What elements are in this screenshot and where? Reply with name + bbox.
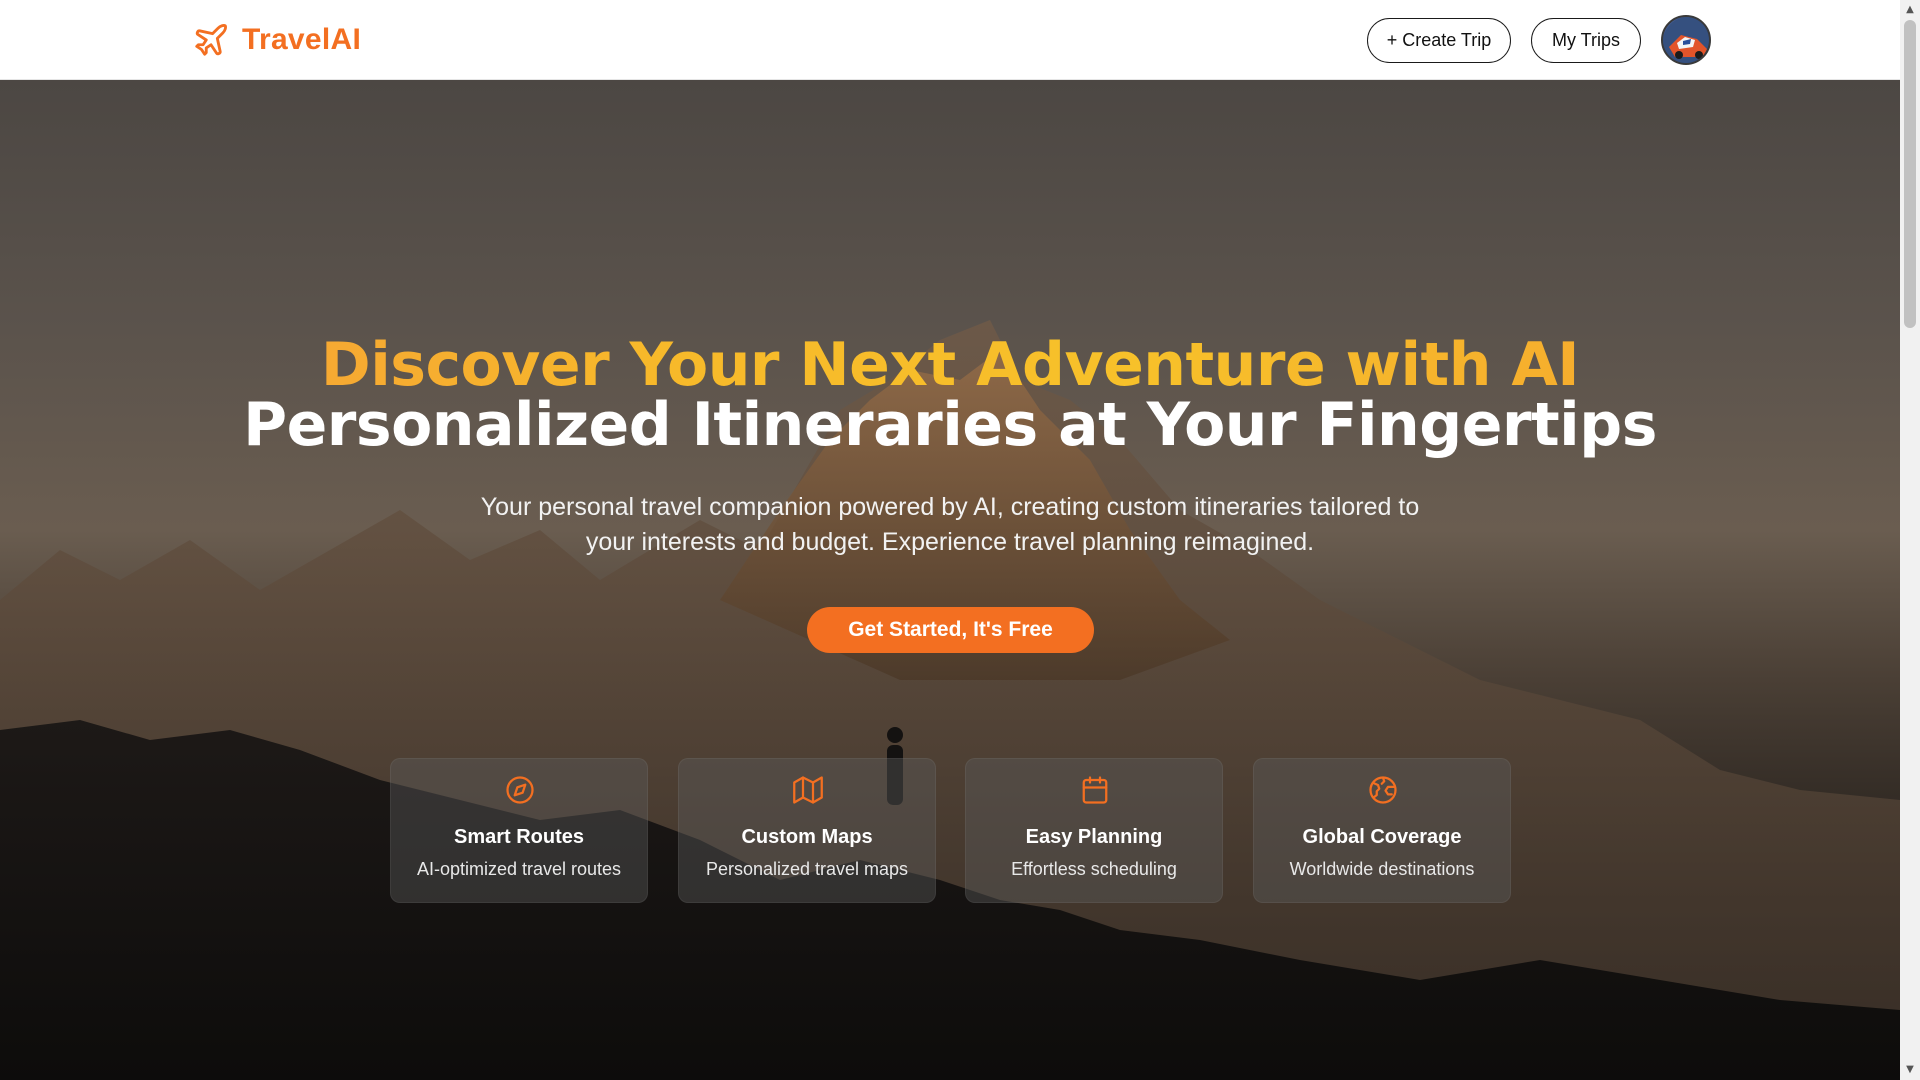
my-trips-button[interactable]: My Trips	[1531, 18, 1641, 63]
hero-title-line2: Personalized Itineraries at Your Fingert…	[243, 390, 1657, 460]
user-avatar[interactable]	[1661, 15, 1711, 65]
hero-section: Discover Your Next Adventure with AI Per…	[0, 80, 1900, 1080]
feature-description: Personalized travel maps	[705, 859, 909, 879]
airplane-icon	[195, 24, 227, 56]
scroll-up-arrow-icon[interactable]: ▲	[1900, 0, 1920, 20]
create-trip-button[interactable]: + Create Trip	[1367, 18, 1511, 63]
feature-description: AI-optimized travel routes	[416, 859, 622, 879]
feature-title: Custom Maps	[741, 826, 873, 848]
mountain-background-image	[0, 320, 1900, 1080]
feature-card-smart-routes[interactable]: Smart Routes AI-optimized travel routes	[390, 758, 648, 903]
feature-card-easy-planning[interactable]: Easy Planning Effortless scheduling	[965, 758, 1223, 903]
feature-card-custom-maps[interactable]: Custom Maps Personalized travel maps	[678, 758, 936, 903]
feature-card-global-coverage[interactable]: Global Coverage Worldwide destinations	[1253, 758, 1511, 903]
compass-icon	[506, 776, 534, 804]
get-started-button[interactable]: Get Started, It's Free	[807, 607, 1094, 653]
feature-title: Global Coverage	[1302, 826, 1462, 848]
top-navbar: TravelAI + Create Trip My Trips	[0, 0, 1900, 80]
hero-subtitle: Your personal travel companion powered b…	[480, 493, 1420, 556]
brand-logo-link[interactable]: TravelAI	[192, 20, 361, 60]
scrollbar-thumb[interactable]	[1904, 20, 1916, 328]
feature-title: Smart Routes	[453, 826, 585, 848]
feature-title: Easy Planning	[1025, 826, 1163, 848]
feature-description: Worldwide destinations	[1289, 859, 1475, 879]
scroll-down-arrow-icon[interactable]: ▼	[1900, 1060, 1920, 1080]
avatar-image	[1663, 17, 1709, 63]
page-scrollbar[interactable]: ▲ ▼	[1900, 0, 1920, 1080]
map-icon	[793, 776, 823, 804]
globe-icon	[1369, 776, 1397, 804]
calendar-icon	[1082, 776, 1108, 804]
feature-description: Effortless scheduling	[1011, 859, 1177, 879]
brand-name: TravelAI	[242, 23, 362, 56]
